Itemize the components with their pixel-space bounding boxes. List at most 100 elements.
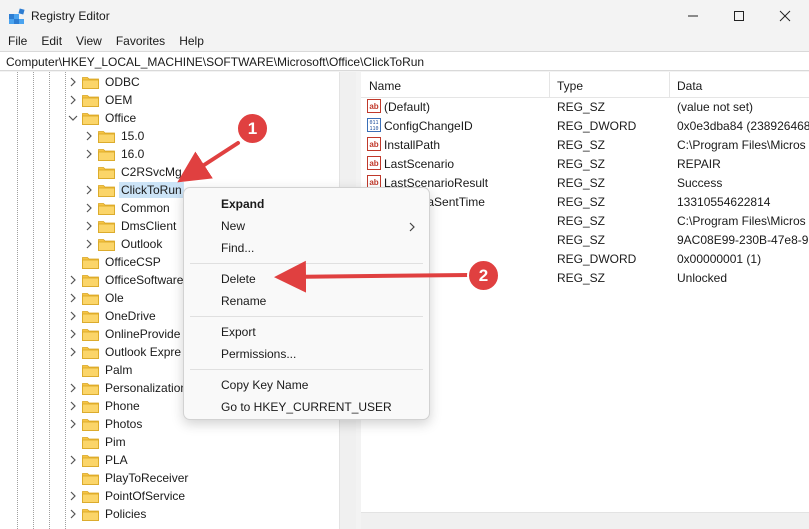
chevron-right-icon (409, 222, 415, 232)
tree-item[interactable]: Outlook Expre (67, 343, 183, 361)
tree-item[interactable]: OnlineProvide (67, 325, 182, 343)
menu-view[interactable]: View (69, 31, 109, 51)
tree-item[interactable]: Palm (67, 361, 134, 379)
folder-icon (82, 364, 99, 377)
menu-item-rename[interactable]: Rename (221, 294, 266, 308)
chevron-right-icon[interactable] (83, 235, 95, 253)
tree-item[interactable]: PLA (67, 451, 130, 469)
chevron-right-icon[interactable] (67, 289, 79, 307)
menu-item-permissions[interactable]: Permissions... (221, 347, 296, 361)
menu-file[interactable]: File (0, 31, 34, 51)
value-row[interactable]: ab InstallPath REG_SZ C:\Program Files\Micr… (361, 136, 809, 155)
tree-item[interactable]: Office (67, 109, 138, 127)
column-header-data[interactable]: Data (677, 79, 702, 93)
tree-item[interactable]: PointOfService (67, 487, 187, 505)
string-value-icon: ab (367, 137, 381, 151)
tree-item-label: OEM (105, 93, 133, 107)
menu-item-copy-key-name[interactable]: Copy Key Name (221, 378, 308, 392)
chevron-right-icon[interactable] (83, 145, 95, 163)
value-row[interactable]: 011 110 ConfigChangeID REG_DWORD 0x0e3dba84 … (361, 117, 809, 136)
svg-text:ab: ab (369, 159, 378, 168)
chevron-right-icon[interactable] (67, 397, 79, 415)
tree-item[interactable]: ClickToRun (83, 181, 184, 199)
column-header-type[interactable]: Type (557, 79, 583, 93)
menu-favorites[interactable]: Favorites (109, 31, 172, 51)
chevron-right-icon[interactable] (83, 217, 95, 235)
chevron-right-icon[interactable] (67, 505, 79, 523)
tree-item[interactable]: OfficeCSP (67, 253, 163, 271)
tree-item[interactable]: 16.0 (83, 145, 146, 163)
chevron-down-icon[interactable] (67, 109, 79, 127)
tree-item[interactable]: Ole (67, 289, 126, 307)
address-bar[interactable]: Computer\HKEY_LOCAL_MACHINE\SOFTWARE\Mic… (0, 51, 809, 71)
tree-item[interactable]: OfficeSoftware (67, 271, 185, 289)
tree-item[interactable]: OneDrive (67, 307, 158, 325)
minimize-button[interactable] (670, 0, 716, 31)
folder-icon (98, 148, 115, 161)
tree-item[interactable]: Pim (67, 433, 128, 451)
maximize-button[interactable] (716, 0, 762, 31)
folder-icon (82, 76, 99, 89)
tree-item-label: Outlook Expre (105, 345, 182, 359)
close-button[interactable] (762, 0, 808, 31)
tree-item[interactable]: Outlook (83, 235, 164, 253)
chevron-right-icon[interactable] (67, 271, 79, 289)
menu-help[interactable]: Help (172, 31, 211, 51)
folder-icon (82, 292, 99, 305)
chevron-right-icon[interactable] (67, 307, 79, 325)
tree-item-label: Policies (105, 507, 147, 521)
chevron-right-icon[interactable] (83, 199, 95, 217)
menu-item-goto-hkcu[interactable]: Go to HKEY_CURRENT_USER (221, 400, 392, 414)
tree-item[interactable]: Personalization (67, 379, 189, 397)
tree-item[interactable]: Common (83, 199, 172, 217)
folder-icon (98, 238, 115, 251)
tree-item[interactable]: DmsClient (83, 217, 178, 235)
tree-item[interactable]: Policies (67, 505, 148, 523)
menu-item-expand[interactable]: Expand (221, 197, 264, 211)
value-name: (Default) (384, 100, 431, 114)
chevron-right-icon[interactable] (83, 181, 95, 199)
window-title: Registry Editor (31, 9, 110, 23)
value-row[interactable]: ab (Default) REG_SZ (value not set) (361, 98, 809, 117)
chevron-right-icon[interactable] (67, 343, 79, 361)
tree-item-label: C2RSvcMg (121, 165, 182, 179)
value-data: C:\Program Files\Micros (677, 214, 806, 228)
menu-item-delete[interactable]: Delete (221, 272, 256, 286)
folder-icon (82, 454, 99, 467)
tree-item-label: OnlineProvide (105, 327, 181, 341)
tree-item[interactable]: PlayToReceiver (67, 469, 190, 487)
menu-item-new[interactable]: New (221, 219, 245, 233)
values-horizontal-scrollbar[interactable] (361, 512, 809, 529)
chevron-right-icon[interactable] (67, 73, 79, 91)
tree-item-label: Phone (105, 399, 140, 413)
chevron-right-icon[interactable] (67, 91, 79, 109)
tree-item[interactable]: Phone (67, 397, 142, 415)
tree-item[interactable]: OEM (67, 91, 134, 109)
menu-item-find[interactable]: Find... (221, 241, 254, 255)
menu-bar: File Edit View Favorites Help (0, 31, 809, 51)
tree-item[interactable]: Photos (67, 415, 144, 433)
tree-item[interactable]: 15.0 (83, 127, 146, 145)
tree-item-label: OfficeSoftware (105, 273, 184, 287)
menu-edit[interactable]: Edit (34, 31, 69, 51)
value-row[interactable]: ab LastScenario REG_SZ REPAIR (361, 155, 809, 174)
folder-icon (82, 418, 99, 431)
folder-icon (82, 436, 99, 449)
tree-item[interactable]: C2RSvcMg (83, 163, 184, 181)
chevron-right-icon[interactable] (67, 487, 79, 505)
column-divider[interactable] (549, 72, 550, 98)
chevron-right-icon[interactable] (67, 451, 79, 469)
column-divider[interactable] (669, 72, 670, 98)
value-data: (value not set) (677, 100, 754, 114)
menu-item-export[interactable]: Export (221, 325, 256, 339)
chevron-right-icon[interactable] (67, 325, 79, 343)
string-value-icon: ab (367, 156, 381, 170)
tree-item-label: PointOfService (105, 489, 186, 503)
column-header-name[interactable]: Name (369, 79, 401, 93)
chevron-right-icon[interactable] (83, 127, 95, 145)
chevron-right-icon[interactable] (67, 415, 79, 433)
tree-item[interactable]: ODBC (67, 73, 142, 91)
chevron-right-icon[interactable] (67, 379, 79, 397)
